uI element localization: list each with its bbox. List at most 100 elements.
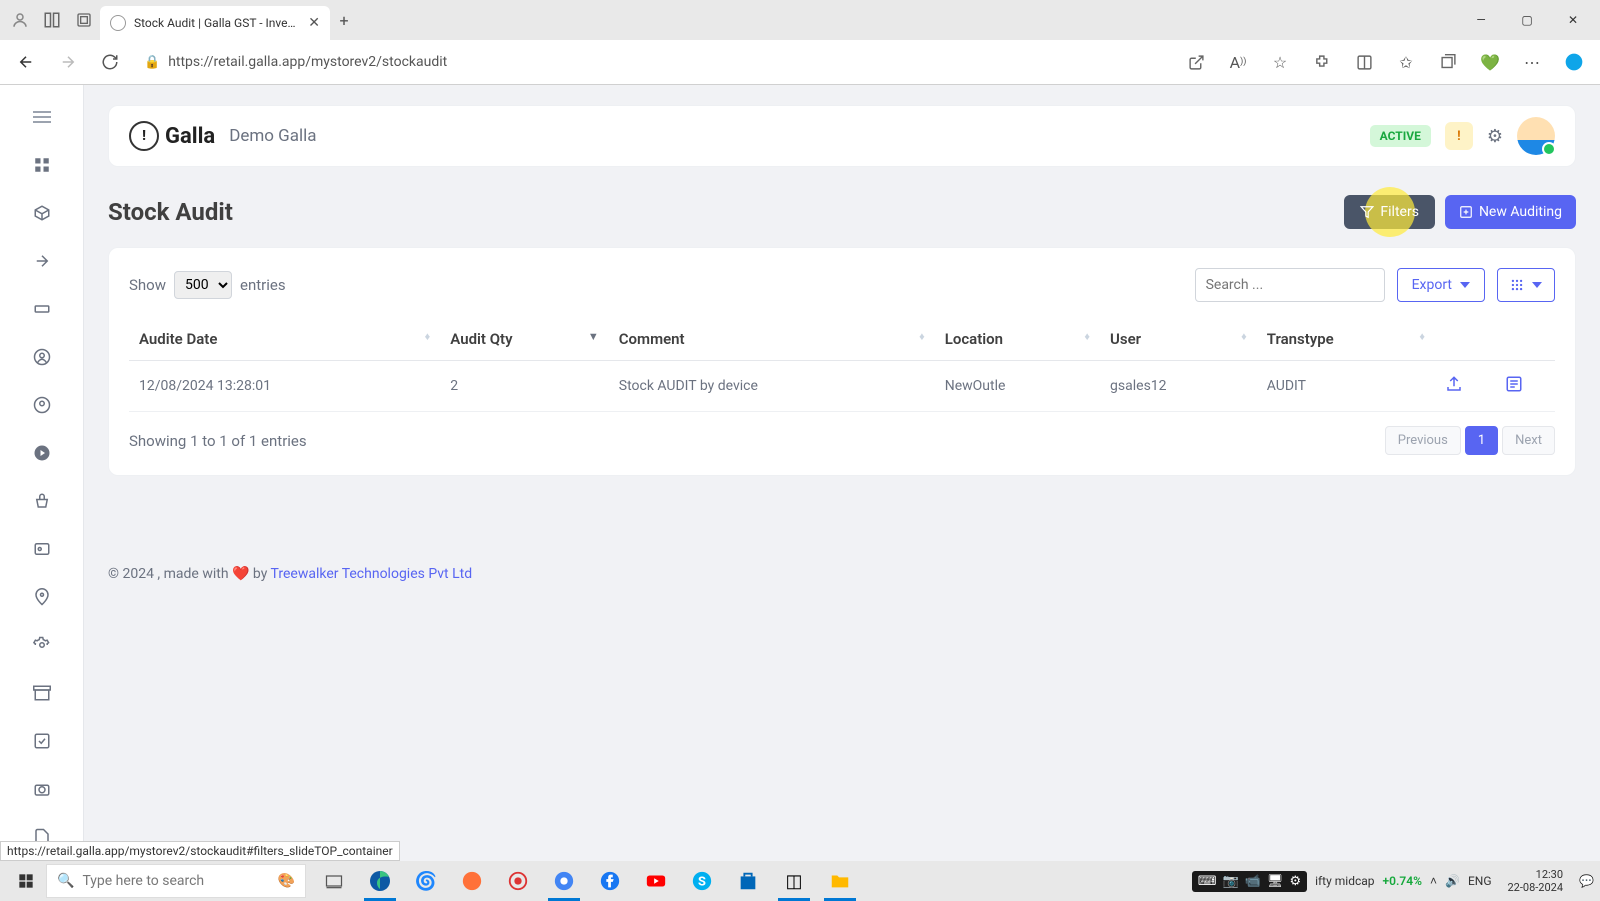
col-qty[interactable]: Audit Qty▼	[440, 318, 608, 361]
volume-icon[interactable]: 🔊	[1445, 874, 1460, 888]
extensions-icon[interactable]	[1304, 44, 1340, 80]
browser-address-bar: 🔒 https://retail.galla.app/mystorev2/sto…	[0, 40, 1600, 84]
avatar[interactable]	[1517, 117, 1555, 155]
clock[interactable]: 12:30 22-08-2024	[1500, 868, 1572, 894]
nav-back-button[interactable]	[8, 44, 44, 80]
location-icon[interactable]	[30, 585, 54, 609]
clock-date: 22-08-2024	[1508, 881, 1564, 894]
workspaces-icon[interactable]	[36, 4, 68, 36]
tab-close-icon[interactable]: ✕	[308, 15, 320, 31]
tab-title: Stock Audit | Galla GST - Invento	[134, 16, 300, 30]
ticket-icon[interactable]	[30, 297, 54, 321]
logo-mark-icon: !	[129, 121, 159, 151]
view-row-button[interactable]	[1495, 361, 1555, 412]
view-options-button[interactable]	[1497, 268, 1555, 302]
archive-icon[interactable]	[30, 681, 54, 705]
tab-actions-icon[interactable]	[68, 4, 100, 36]
window-close-button[interactable]: ✕	[1550, 4, 1596, 36]
dashboard-icon[interactable]	[30, 153, 54, 177]
sort-icon: ♦	[1084, 330, 1090, 343]
filters-button[interactable]: Filters	[1344, 195, 1435, 229]
store-name: Demo Galla	[229, 126, 316, 146]
sidebar-toggle-icon[interactable]	[30, 105, 54, 129]
edge-icon[interactable]	[360, 861, 400, 901]
nav-forward-button[interactable]	[50, 44, 86, 80]
user-circle-icon[interactable]	[30, 345, 54, 369]
explorer-icon[interactable]	[820, 861, 860, 901]
new-auditing-button[interactable]: New Auditing	[1445, 195, 1576, 229]
entries-select[interactable]: 500	[174, 271, 232, 299]
tray-chevron-icon[interactable]: ˄	[1430, 874, 1437, 888]
language-indicator[interactable]: ENG	[1468, 874, 1492, 888]
more-icon[interactable]: ⋯	[1514, 44, 1550, 80]
youtube-icon[interactable]	[636, 861, 676, 901]
app-icon[interactable]: ◫	[774, 861, 814, 901]
search-input[interactable]	[1195, 268, 1385, 302]
ticker-value[interactable]: +0.74%	[1383, 874, 1422, 888]
split-screen-icon[interactable]	[1346, 44, 1382, 80]
copilot-icon[interactable]	[1556, 44, 1592, 80]
logo-text: Galla	[165, 124, 215, 149]
col-comment[interactable]: Comment♦	[609, 318, 935, 361]
clock-time: 12:30	[1508, 868, 1564, 881]
checkbox-icon[interactable]	[30, 729, 54, 753]
open-external-icon[interactable]	[1178, 44, 1214, 80]
read-aloud-icon[interactable]: A))	[1220, 44, 1256, 80]
record-icon[interactable]	[498, 861, 538, 901]
extension-heart-icon[interactable]: 💚	[1472, 44, 1508, 80]
col-user[interactable]: User♦	[1100, 318, 1257, 361]
camera-tray-icon: 📷	[1223, 874, 1239, 889]
footer-prefix: © 2024 , made with ❤️ by	[108, 566, 271, 582]
favorite-icon[interactable]: ☆	[1262, 44, 1298, 80]
facebook-icon[interactable]	[590, 861, 630, 901]
camera-icon[interactable]	[30, 777, 54, 801]
favorites-bar-icon[interactable]: ✩	[1388, 44, 1424, 80]
user-icon[interactable]	[30, 393, 54, 417]
filters-label: Filters	[1380, 204, 1419, 220]
screen-tray-icon: 🖥	[1267, 874, 1284, 889]
tray-controls[interactable]: ⌨ 📷 📹 🖥 ⚙	[1192, 871, 1307, 892]
task-view-icon[interactable]	[314, 861, 354, 901]
logo[interactable]: ! Galla	[129, 121, 215, 151]
firefox-icon[interactable]	[452, 861, 492, 901]
settings-icon[interactable]	[30, 633, 54, 657]
export-row-button[interactable]	[1435, 361, 1495, 412]
browser-tab[interactable]: Stock Audit | Galla GST - Invento ✕	[100, 6, 330, 40]
col-date[interactable]: Audite Date♦	[129, 318, 440, 361]
url-text: https://retail.galla.app/mystorev2/stock…	[168, 54, 447, 70]
sort-icon: ♦	[919, 330, 925, 343]
export-button[interactable]: Export	[1397, 268, 1485, 302]
skype-icon[interactable]: S	[682, 861, 722, 901]
pagination-prev[interactable]: Previous	[1385, 426, 1461, 455]
col-location[interactable]: Location♦	[935, 318, 1100, 361]
ticker-label[interactable]: ifty midcap	[1315, 874, 1374, 888]
footer-link[interactable]: Treewalker Technologies Pvt Ltd	[271, 566, 473, 582]
start-button[interactable]	[6, 861, 46, 901]
gear-icon[interactable]: ⚙	[1487, 126, 1503, 147]
notifications-icon[interactable]: 💬	[1579, 874, 1594, 888]
store-icon[interactable]	[728, 861, 768, 901]
new-tab-button[interactable]: +	[330, 6, 358, 34]
nav-reload-button[interactable]	[92, 44, 128, 80]
show-label: Show	[129, 276, 166, 294]
chrome-icon[interactable]	[544, 861, 584, 901]
profile-icon[interactable]	[4, 4, 36, 36]
window-minimize-button[interactable]: —	[1458, 4, 1504, 36]
collections-icon[interactable]	[1430, 44, 1466, 80]
url-field[interactable]: 🔒 https://retail.galla.app/mystorev2/sto…	[134, 46, 1172, 78]
contact-icon[interactable]	[30, 537, 54, 561]
play-circle-icon[interactable]	[30, 441, 54, 465]
pagination-next[interactable]: Next	[1502, 426, 1555, 455]
window-maximize-button[interactable]: ▢	[1504, 4, 1550, 36]
pagination-page-1[interactable]: 1	[1465, 426, 1498, 455]
cell-date: 12/08/2024 13:28:01	[129, 361, 440, 412]
arrow-right-icon[interactable]	[30, 249, 54, 273]
notification-badge[interactable]: !	[1445, 122, 1473, 150]
package-icon[interactable]	[30, 201, 54, 225]
col-transtype[interactable]: Transtype♦	[1257, 318, 1435, 361]
copilot-app-icon[interactable]: 🌀	[406, 861, 446, 901]
sort-icon: ♦	[1419, 330, 1425, 343]
taskbar-search[interactable]: 🔍 Type here to search 🎨	[46, 864, 306, 898]
cell-location: NewOutle	[935, 361, 1100, 412]
basket-icon[interactable]	[30, 489, 54, 513]
